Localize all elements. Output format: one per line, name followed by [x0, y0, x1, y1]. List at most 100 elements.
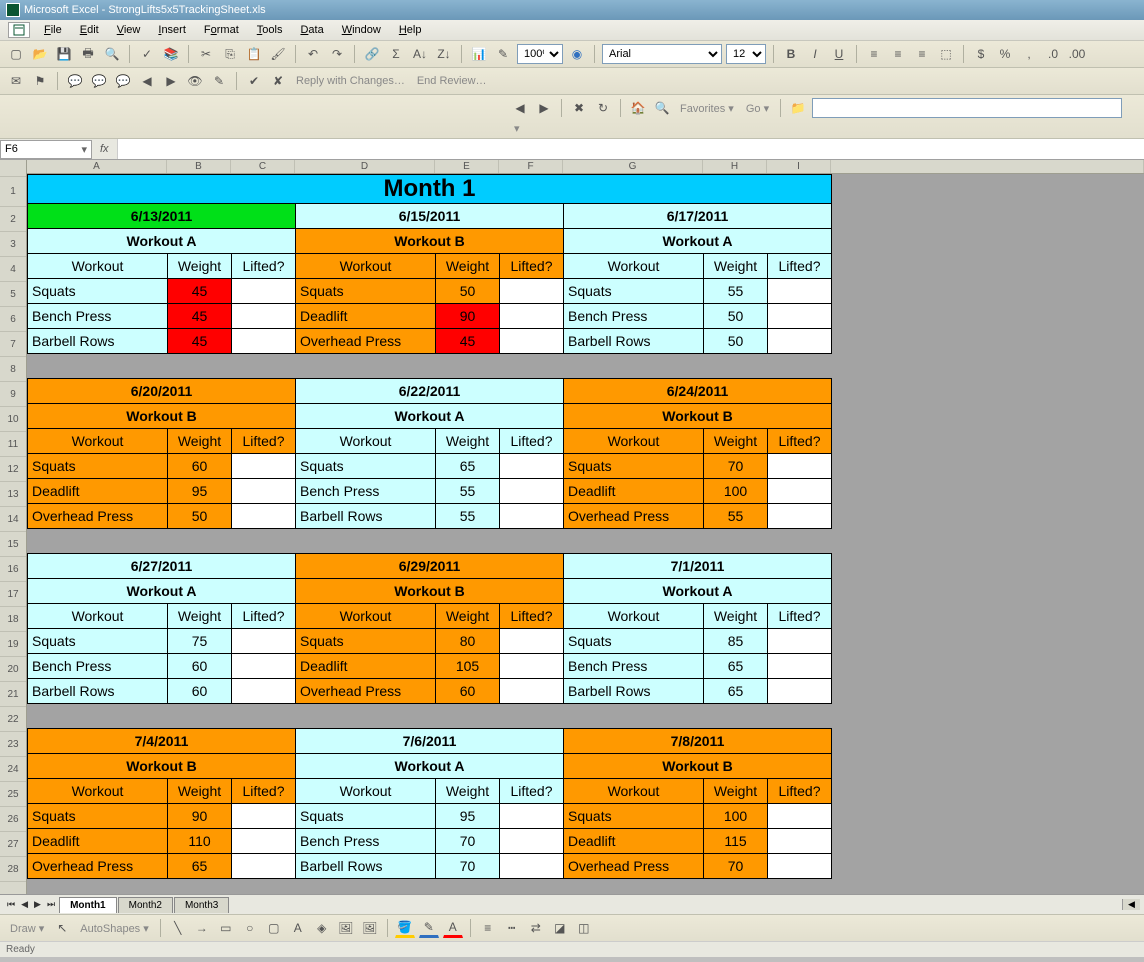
cell[interactable]: Overhead Press — [564, 854, 704, 879]
cell[interactable]: Month 1 — [28, 175, 832, 204]
cell[interactable]: Workout — [28, 254, 168, 279]
comma-icon[interactable]: , — [1019, 44, 1039, 64]
row-header[interactable]: 6 — [0, 307, 26, 332]
row-header[interactable]: 18 — [0, 607, 26, 632]
cell[interactable]: 6/20/2011 — [28, 379, 296, 404]
show-icon[interactable]: 👁 — [185, 71, 205, 91]
row-header[interactable]: 21 — [0, 682, 26, 707]
cell[interactable] — [768, 279, 832, 304]
help-icon[interactable]: ◉ — [567, 44, 587, 64]
cell[interactable]: 85 — [704, 629, 768, 654]
row-header[interactable]: 26 — [0, 807, 26, 832]
align-right-icon[interactable]: ≡ — [912, 44, 932, 64]
bold-icon[interactable]: B — [781, 44, 801, 64]
cell[interactable]: 70 — [436, 854, 500, 879]
cell[interactable]: Weight — [704, 779, 768, 804]
sheet-tab-Month2[interactable]: Month2 — [118, 897, 173, 913]
cell[interactable]: 65 — [168, 854, 232, 879]
cell[interactable]: Lifted? — [500, 604, 564, 629]
sheet-tab-Month1[interactable]: Month1 — [59, 897, 117, 913]
cell[interactable]: Deadlift — [296, 654, 436, 679]
cell[interactable] — [232, 329, 296, 354]
spell-icon[interactable]: ✓ — [137, 44, 157, 64]
fill-color-icon[interactable]: 🪣 — [395, 918, 415, 938]
cell[interactable]: 100 — [704, 479, 768, 504]
col-header-D[interactable]: D — [295, 160, 435, 173]
cell[interactable] — [500, 629, 564, 654]
row-header[interactable]: 12 — [0, 457, 26, 482]
cell[interactable] — [768, 454, 832, 479]
row-header[interactable]: 22 — [0, 707, 26, 732]
merge-icon[interactable]: ⬚ — [936, 44, 956, 64]
cell[interactable]: 55 — [436, 479, 500, 504]
cell[interactable]: Squats — [28, 804, 168, 829]
cell[interactable] — [500, 829, 564, 854]
cell[interactable]: Overhead Press — [296, 329, 436, 354]
cell[interactable]: Workout A — [564, 579, 832, 604]
address-input[interactable] — [812, 98, 1122, 118]
menu-file[interactable]: File — [36, 22, 70, 38]
cell[interactable]: 65 — [436, 454, 500, 479]
file-dropdown-icon[interactable] — [8, 22, 30, 38]
fx-label[interactable]: fx — [92, 143, 117, 155]
cell[interactable]: 6/17/2011 — [564, 204, 832, 229]
font-family-select[interactable]: Arial — [602, 44, 722, 64]
cell[interactable]: 6/13/2011 — [28, 204, 296, 229]
oval-icon[interactable]: ○ — [240, 918, 260, 938]
cell[interactable]: Squats — [564, 454, 704, 479]
cell[interactable]: Barbell Rows — [564, 329, 704, 354]
cell[interactable] — [500, 854, 564, 879]
cell[interactable]: 50 — [436, 279, 500, 304]
cell[interactable]: Bench Press — [564, 304, 704, 329]
cell[interactable]: Weight — [704, 604, 768, 629]
print-icon[interactable]: 🖶 — [78, 44, 98, 64]
row-header[interactable]: 19 — [0, 632, 26, 657]
cell[interactable]: Workout — [28, 604, 168, 629]
cell[interactable] — [500, 479, 564, 504]
cell[interactable]: 50 — [704, 304, 768, 329]
draw-menu[interactable]: Draw ▾ — [6, 922, 48, 935]
horizontal-scroll-left-icon[interactable]: ◀ — [1122, 899, 1140, 910]
row-header[interactable]: 14 — [0, 507, 26, 532]
cell[interactable]: Barbell Rows — [296, 854, 436, 879]
cell[interactable]: Lifted? — [232, 779, 296, 804]
align-left-icon[interactable]: ≡ — [864, 44, 884, 64]
cell[interactable]: Deadlift — [564, 479, 704, 504]
tab-prev-icon[interactable]: ◀ — [18, 899, 31, 910]
cell[interactable]: Workout — [296, 779, 436, 804]
cell[interactable]: Workout B — [28, 754, 296, 779]
cell[interactable]: Lifted? — [500, 779, 564, 804]
cell[interactable]: Workout A — [296, 404, 564, 429]
cell[interactable]: Lifted? — [500, 254, 564, 279]
shadow-icon[interactable]: ◪ — [550, 918, 570, 938]
cell[interactable]: Workout — [296, 604, 436, 629]
cell[interactable]: Barbell Rows — [564, 679, 704, 704]
cell[interactable]: Weight — [168, 779, 232, 804]
cell[interactable]: 60 — [436, 679, 500, 704]
diagram-icon[interactable]: ◈ — [312, 918, 332, 938]
cell[interactable]: Workout A — [296, 754, 564, 779]
cell[interactable]: Workout B — [296, 579, 564, 604]
cell[interactable] — [232, 654, 296, 679]
cell[interactable]: 95 — [168, 479, 232, 504]
cell[interactable]: Overhead Press — [28, 854, 168, 879]
cell[interactable]: Weight — [436, 254, 500, 279]
sort-asc-icon[interactable]: A↓ — [410, 44, 430, 64]
go-button[interactable]: Go ▾ — [742, 102, 773, 115]
flag-icon[interactable]: ⚑ — [30, 71, 50, 91]
cell[interactable] — [500, 654, 564, 679]
cell[interactable]: 7/1/2011 — [564, 554, 832, 579]
row-header[interactable]: 20 — [0, 657, 26, 682]
menu-view[interactable]: View — [109, 22, 149, 38]
copy-icon[interactable]: ⎘ — [220, 44, 240, 64]
cell[interactable]: Lifted? — [768, 604, 832, 629]
cell[interactable]: Deadlift — [296, 304, 436, 329]
research-icon[interactable]: 📚 — [161, 44, 181, 64]
col-header-A[interactable]: A — [27, 160, 167, 173]
cell[interactable]: Lifted? — [232, 429, 296, 454]
cell[interactable] — [232, 279, 296, 304]
stop-icon[interactable]: ✖ — [569, 98, 589, 118]
cell[interactable]: 70 — [436, 829, 500, 854]
cell[interactable]: 105 — [436, 654, 500, 679]
cell[interactable]: Squats — [564, 279, 704, 304]
